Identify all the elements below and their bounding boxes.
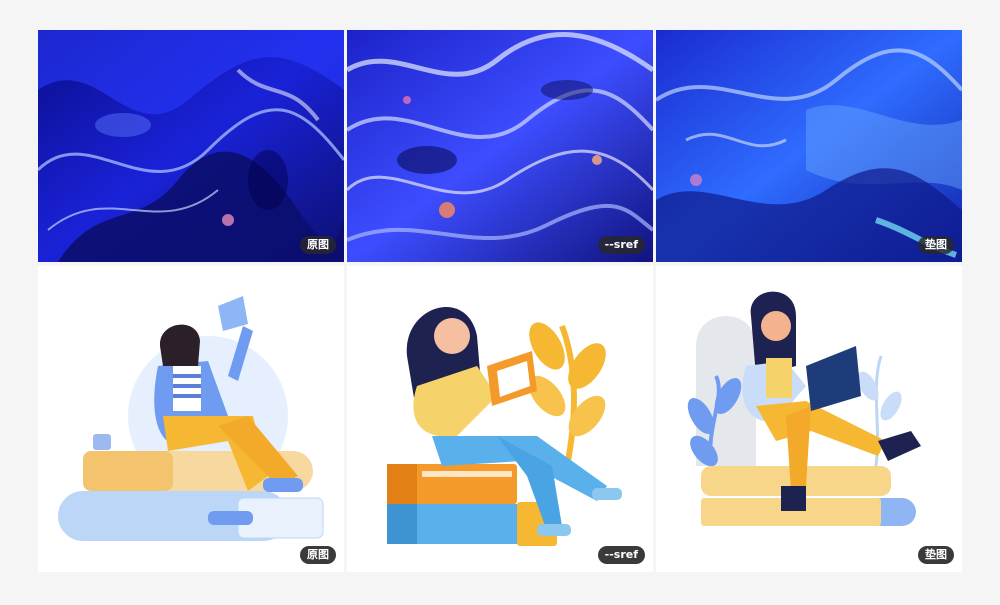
tile-reading-image-prompt[interactable]: 垫图 xyxy=(656,266,962,572)
glass-wave-original-image xyxy=(38,30,344,262)
badge-sref: --sref xyxy=(597,546,645,564)
badge-original: 原图 xyxy=(300,236,336,254)
chrome-liquid-sref-image xyxy=(347,30,653,262)
woman-reading-sref-image xyxy=(387,307,622,546)
comparison-grid: 原图 --sref 垫图 原图 --sref 垫图 xyxy=(38,30,962,572)
woman-reading-image-prompt-image xyxy=(687,291,921,526)
woman-reading-original-image xyxy=(58,296,324,541)
glass-wave-image-prompt-image xyxy=(656,30,962,262)
badge-image-prompt: 垫图 xyxy=(918,546,954,564)
tile-glass-sref[interactable]: --sref xyxy=(347,30,653,262)
badge-sref: --sref xyxy=(597,236,645,254)
badge-image-prompt: 垫图 xyxy=(918,236,954,254)
tile-reading-original[interactable]: 原图 xyxy=(38,266,344,572)
tile-glass-original[interactable]: 原图 xyxy=(38,30,344,262)
tile-glass-image-prompt[interactable]: 垫图 xyxy=(656,30,962,262)
badge-original: 原图 xyxy=(300,546,336,564)
tile-reading-sref[interactable]: --sref xyxy=(347,266,653,572)
